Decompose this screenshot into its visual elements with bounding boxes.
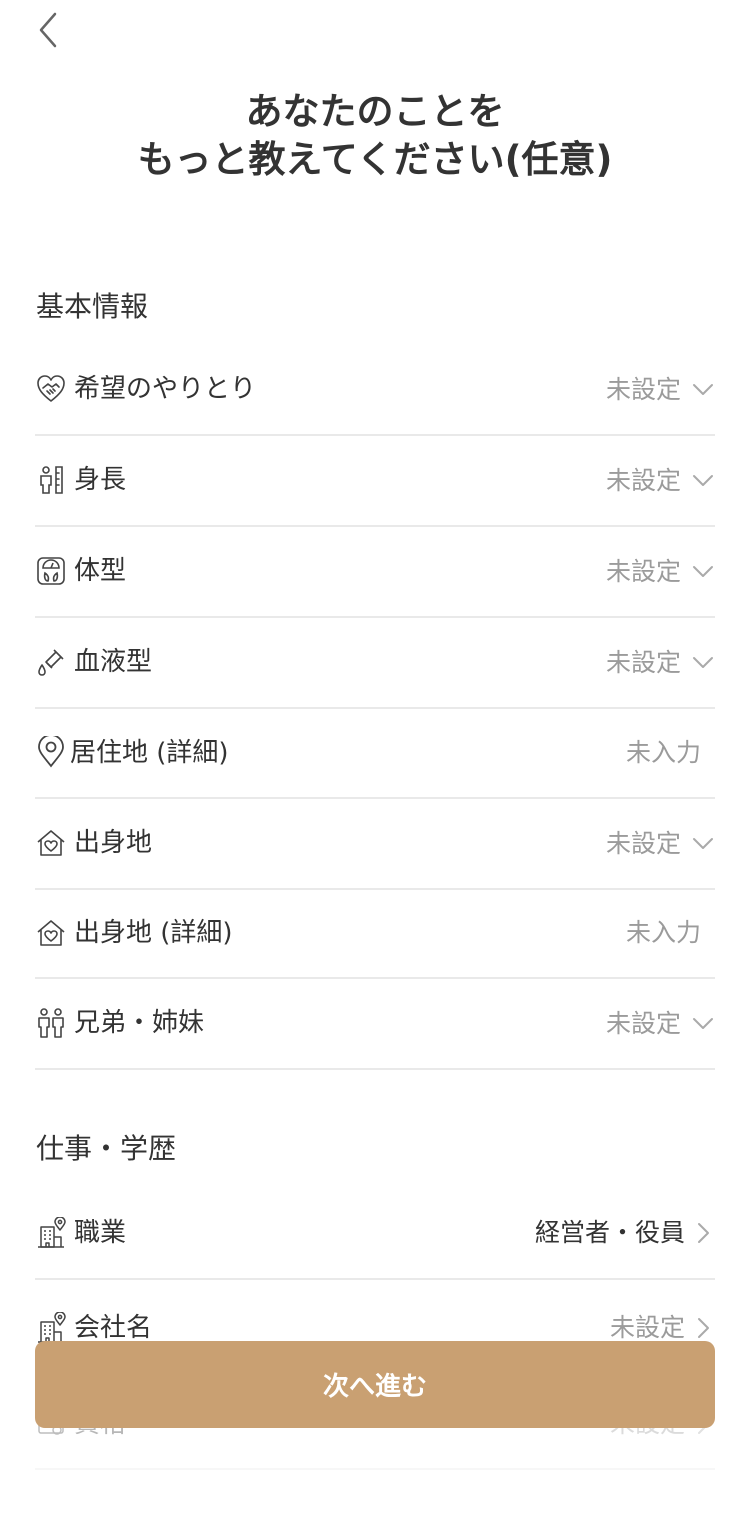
chevron-down-icon (691, 560, 715, 584)
chevron-down-icon (691, 651, 715, 675)
row-blood-type[interactable]: 血液型 未設定 (35, 618, 715, 709)
row-body-type[interactable]: 体型 未設定 (35, 527, 715, 618)
chevron-down-icon (691, 378, 715, 402)
chevron-down-icon (691, 832, 715, 856)
row-hometown-detail[interactable]: 出身地 (詳細) 未入力 (35, 890, 715, 979)
row-value: 未設定 (605, 648, 681, 677)
row-value: 経営者・役員 (534, 1218, 685, 1247)
body-scale-icon (35, 555, 67, 587)
row-label: 出身地 (詳細) (74, 918, 233, 948)
row-label: 職業 (74, 1218, 127, 1248)
row-value: 未設定 (605, 375, 681, 404)
row-label: 体型 (74, 556, 127, 586)
chevron-down-icon (691, 469, 715, 493)
row-value: 未設定 (605, 1009, 681, 1038)
row-value: 未入力 (625, 918, 701, 947)
siblings-icon (35, 1007, 67, 1039)
row-residence-detail[interactable]: 居住地 (詳細) 未入力 (35, 709, 715, 799)
chevron-down-icon (691, 1012, 715, 1036)
home-heart-icon (35, 827, 67, 859)
chevron-right-icon (691, 1221, 715, 1245)
section-title-basic: 基本情報 (36, 290, 149, 323)
back-button[interactable] (28, 8, 68, 52)
row-preferred-exchange[interactable]: 希望のやりとり 未設定 (35, 345, 715, 436)
page-title: あなたのことを もっと教えてください(任意) (0, 88, 750, 184)
handshake-heart-icon (35, 373, 67, 405)
row-label: 居住地 (詳細) (70, 738, 229, 768)
blood-test-tube-icon (35, 646, 67, 678)
row-label: 希望のやりとり (74, 374, 257, 404)
section-title-work: 仕事・学歴 (36, 1132, 177, 1165)
row-value: 未設定 (605, 466, 681, 495)
chevron-left-icon (39, 12, 57, 48)
row-value: 未設定 (609, 1313, 685, 1342)
row-label: 兄弟・姉妹 (74, 1008, 205, 1038)
row-value: 未入力 (625, 738, 701, 767)
building-pin-icon (35, 1217, 67, 1249)
height-person-icon (35, 464, 67, 496)
home-heart-icon (35, 917, 67, 949)
row-label: 会社名 (74, 1313, 153, 1343)
row-label: 血液型 (74, 647, 153, 677)
page-title-line-2: もっと教えてください(任意) (137, 138, 613, 181)
row-value: 未設定 (605, 829, 681, 858)
page-title-line-1: あなたのことを (245, 90, 505, 133)
building-pin-icon (35, 1312, 67, 1344)
row-value: 未設定 (605, 557, 681, 586)
row-hometown[interactable]: 出身地 未設定 (35, 799, 715, 890)
next-button[interactable]: 次へ進む (35, 1341, 715, 1428)
row-height[interactable]: 身長 未設定 (35, 436, 715, 527)
row-siblings[interactable]: 兄弟・姉妹 未設定 (35, 979, 715, 1070)
row-label: 出身地 (74, 828, 153, 858)
location-pin-icon (35, 736, 67, 768)
row-occupation[interactable]: 職業 経営者・役員 (35, 1186, 715, 1280)
chevron-right-icon (691, 1316, 715, 1340)
row-label: 身長 (74, 465, 127, 495)
